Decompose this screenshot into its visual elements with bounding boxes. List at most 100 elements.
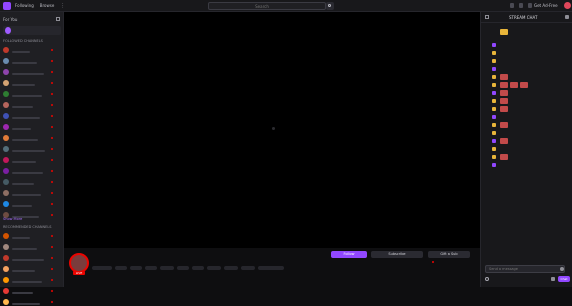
chat-message bbox=[484, 74, 570, 81]
channel-category bbox=[12, 205, 32, 207]
stream-tag[interactable] bbox=[177, 266, 189, 270]
trophy-icon bbox=[500, 29, 508, 35]
channel-avatar bbox=[3, 266, 9, 272]
chat-message bbox=[484, 58, 570, 65]
channel-category bbox=[12, 84, 35, 86]
channel-list-item[interactable] bbox=[3, 265, 61, 273]
chat-badge-icon bbox=[492, 51, 496, 55]
channel-category bbox=[12, 150, 45, 152]
stream-tag[interactable] bbox=[145, 266, 157, 270]
stream-tag[interactable] bbox=[224, 266, 238, 270]
inbox-icon[interactable] bbox=[519, 3, 523, 8]
channel-list-item[interactable] bbox=[3, 112, 61, 120]
chat-header-title: STREAM CHAT bbox=[509, 15, 538, 20]
chat-emote bbox=[500, 74, 508, 80]
nav-browse-link[interactable]: Browse bbox=[40, 3, 55, 8]
channel-category bbox=[12, 95, 42, 97]
chat-message bbox=[484, 138, 570, 145]
community-icon[interactable] bbox=[565, 15, 569, 19]
channel-avatar bbox=[3, 299, 9, 305]
chat-emote bbox=[510, 82, 518, 88]
channel-list-item[interactable] bbox=[3, 145, 61, 153]
channel-avatar bbox=[3, 157, 9, 163]
channel-avatar bbox=[3, 201, 9, 207]
stream-tag[interactable] bbox=[207, 266, 221, 270]
more-menu-icon[interactable]: ⋮ bbox=[60, 3, 65, 9]
channel-category bbox=[12, 51, 30, 53]
stream-tag[interactable] bbox=[241, 266, 255, 270]
live-indicator-icon bbox=[51, 268, 53, 270]
channel-points[interactable] bbox=[485, 277, 492, 281]
chat-emote bbox=[500, 106, 508, 112]
nav-following-link[interactable]: Following bbox=[15, 3, 34, 8]
subscribe-button[interactable]: Subscribe bbox=[371, 251, 423, 258]
chat-message bbox=[484, 122, 570, 129]
channel-category bbox=[12, 128, 31, 130]
live-indicator-icon bbox=[51, 246, 53, 248]
channel-category bbox=[12, 270, 35, 272]
channel-list-item[interactable] bbox=[3, 232, 61, 240]
channel-list-item[interactable] bbox=[3, 57, 61, 65]
stream-tag[interactable] bbox=[115, 266, 127, 270]
chat-emote bbox=[500, 122, 508, 128]
twitch-logo-icon[interactable] bbox=[3, 1, 11, 10]
channel-list-item[interactable] bbox=[3, 156, 61, 164]
stream-tag[interactable] bbox=[130, 266, 142, 270]
crown-icon[interactable] bbox=[510, 3, 514, 8]
channel-list-item[interactable] bbox=[3, 200, 61, 208]
chat-emote bbox=[520, 82, 528, 88]
recommended-section-title: RECOMMENDED CHANNELS bbox=[3, 225, 52, 229]
live-indicator-icon bbox=[51, 159, 53, 161]
channel-list-item[interactable] bbox=[3, 79, 61, 87]
emote-picker-icon[interactable] bbox=[560, 267, 564, 271]
channel-list-item[interactable] bbox=[3, 189, 61, 197]
live-indicator-icon bbox=[51, 203, 53, 205]
live-indicator-icon bbox=[51, 104, 53, 106]
loading-spinner-icon bbox=[272, 127, 275, 130]
video-player[interactable] bbox=[64, 12, 480, 248]
channel-list-item[interactable] bbox=[3, 123, 61, 131]
chat-badge-icon bbox=[492, 67, 496, 71]
chat-badge-icon bbox=[492, 131, 496, 135]
search-button[interactable] bbox=[326, 2, 334, 10]
follow-button[interactable]: Follow bbox=[331, 251, 367, 258]
channel-list-item[interactable] bbox=[3, 298, 61, 306]
channel-avatar[interactable] bbox=[69, 253, 89, 273]
live-indicator-icon bbox=[51, 214, 53, 216]
search-input[interactable] bbox=[212, 3, 312, 9]
chat-input[interactable] bbox=[485, 265, 565, 273]
viewer-stats bbox=[432, 261, 440, 263]
channel-avatar bbox=[3, 146, 9, 152]
chat-send-button[interactable]: Chat bbox=[558, 276, 570, 282]
stream-tag[interactable] bbox=[160, 266, 174, 270]
stream-tag[interactable] bbox=[192, 266, 204, 270]
sidebar-promo[interactable] bbox=[3, 26, 61, 35]
channel-list-item[interactable] bbox=[3, 243, 61, 251]
chat-badge-icon bbox=[492, 91, 496, 95]
channel-list-item[interactable] bbox=[3, 90, 61, 98]
chat-badge-icon bbox=[492, 115, 496, 119]
stream-tag[interactable] bbox=[92, 266, 112, 270]
channel-list-item[interactable] bbox=[3, 178, 61, 186]
channel-list-item[interactable] bbox=[3, 167, 61, 175]
chat-message bbox=[484, 42, 570, 49]
channel-avatar bbox=[3, 69, 9, 75]
channel-list-item[interactable] bbox=[3, 46, 61, 54]
gift-sub-button[interactable]: Gift a Sub bbox=[428, 251, 470, 258]
get-ad-free-button[interactable]: Get Ad-Free bbox=[534, 2, 562, 10]
show-more-link[interactable]: Show More bbox=[3, 217, 22, 221]
user-avatar[interactable] bbox=[564, 2, 571, 9]
collapse-chat-icon[interactable] bbox=[485, 15, 489, 19]
channel-list-item[interactable] bbox=[3, 101, 61, 109]
channel-list-item[interactable] bbox=[3, 276, 61, 284]
notifications-icon[interactable] bbox=[528, 3, 532, 8]
collapse-sidebar-icon[interactable] bbox=[56, 17, 60, 21]
chat-settings-icon[interactable] bbox=[551, 277, 555, 281]
channel-list-item[interactable] bbox=[3, 68, 61, 76]
stream-tag[interactable] bbox=[258, 266, 284, 270]
channel-list-item[interactable] bbox=[3, 134, 61, 142]
channel-avatar bbox=[3, 113, 9, 119]
channel-list-item[interactable] bbox=[3, 287, 61, 295]
channel-list-item[interactable] bbox=[3, 254, 61, 262]
channel-avatar bbox=[3, 190, 9, 196]
